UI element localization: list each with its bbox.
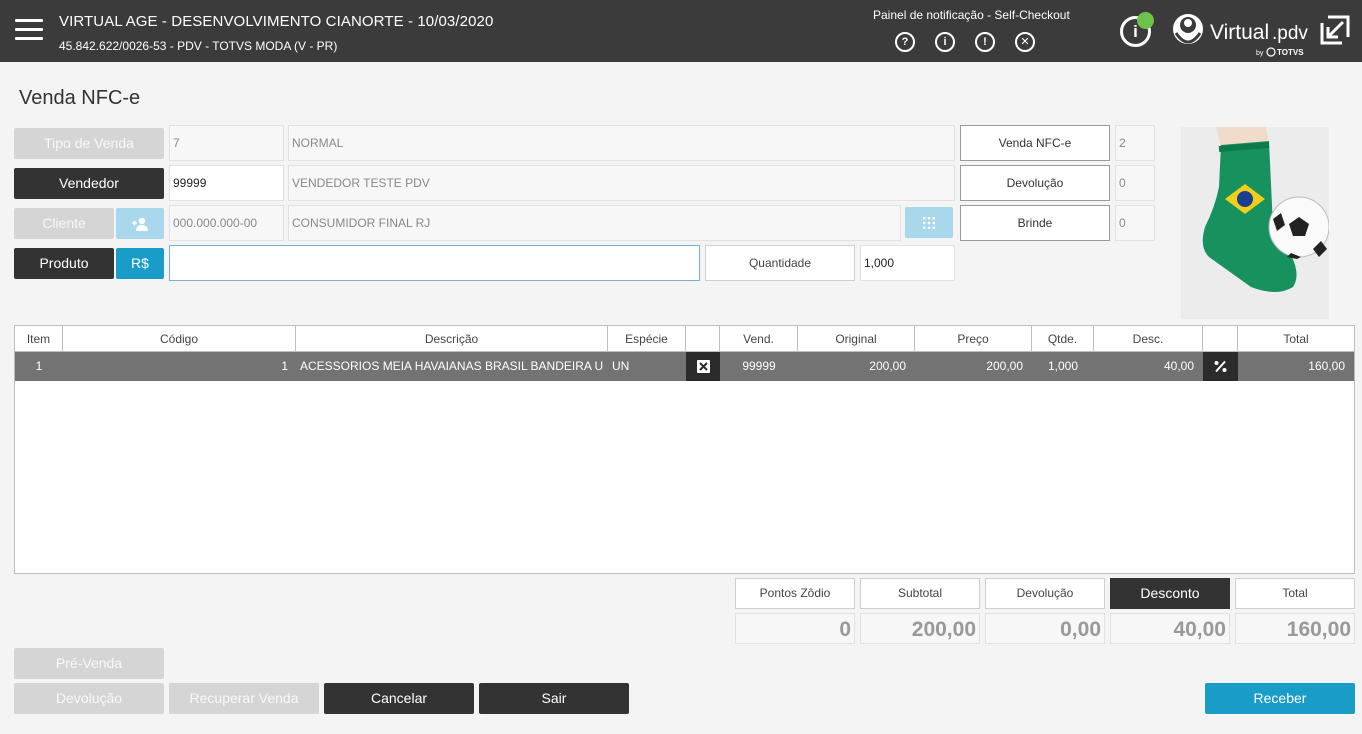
- total-value: 160,00: [1235, 613, 1355, 644]
- col-discount-action: [1203, 326, 1238, 352]
- col-descricao: Descrição: [296, 326, 608, 352]
- cell-preco: 200,00: [986, 359, 1023, 373]
- table-row[interactable]: 1 1 ACESSORIOS MEIA HAVAIANAS BRASIL BAN…: [15, 352, 1354, 381]
- tipo-venda-desc-field: NORMAL: [288, 125, 955, 161]
- window-toggle-icon[interactable]: [1319, 14, 1351, 46]
- cell-descricao: ACESSORIOS MEIA HAVAIANAS BRASIL BANDEIR…: [300, 359, 605, 373]
- cell-codigo: 1: [281, 359, 288, 373]
- virtual-pdv-logo: Virtual .pdv by TOTVS: [1170, 3, 1308, 59]
- pre-venda-button[interactable]: Pré-Venda: [14, 648, 164, 679]
- discount-button[interactable]: [1203, 352, 1238, 381]
- logo-brand: Virtual: [1210, 21, 1269, 44]
- vendedor-button[interactable]: Vendedor: [14, 168, 164, 199]
- keypad-button[interactable]: [905, 207, 953, 238]
- devolucao-counter-button[interactable]: Devolução: [960, 165, 1110, 201]
- sair-button[interactable]: Sair: [479, 683, 629, 714]
- subtotal-value: 200,00: [860, 613, 980, 644]
- brinde-counter-button[interactable]: Brinde: [960, 205, 1110, 241]
- cell-qtde: 1,000: [1047, 359, 1079, 373]
- header-subtitle: 45.842.622/0026-53 - PDV - TOTVS MODA (V…: [59, 39, 338, 53]
- total-label[interactable]: Total: [1235, 578, 1355, 609]
- col-codigo: Código: [63, 326, 296, 352]
- help-icon[interactable]: ?: [895, 32, 915, 52]
- add-user-icon: [132, 217, 148, 231]
- cell-total: 160,00: [1308, 359, 1345, 373]
- devolucao-count: 0: [1115, 165, 1155, 201]
- subtotal-label[interactable]: Subtotal: [860, 578, 980, 609]
- col-qtde: Qtde.: [1032, 326, 1094, 352]
- items-table: Item Código Descrição Espécie Vend. Orig…: [14, 325, 1355, 574]
- info-icon[interactable]: i: [935, 32, 955, 52]
- vendedor-desc-field: VENDEDOR TESTE PDV: [288, 165, 955, 201]
- header-title: VIRTUAL AGE - DESENVOLVIMENTO CIANORTE -…: [59, 13, 494, 30]
- col-item: Item: [15, 326, 63, 352]
- remove-item-button[interactable]: [686, 352, 720, 381]
- recuperar-venda-button[interactable]: Recuperar Venda: [169, 683, 319, 714]
- col-vend: Vend.: [720, 326, 798, 352]
- product-image: [1181, 127, 1330, 319]
- vendedor-code-field[interactable]: 99999: [169, 165, 284, 201]
- col-desc: Desc.: [1094, 326, 1203, 352]
- pontos-zodio-label[interactable]: Pontos Zôdio: [735, 578, 855, 609]
- tipo-venda-code-field[interactable]: 7: [169, 125, 284, 161]
- brinde-count: 0: [1115, 205, 1155, 241]
- desconto-value: 40,00: [1110, 613, 1230, 644]
- devolucao-total-value: 0,00: [985, 613, 1105, 644]
- warning-icon[interactable]: !: [975, 32, 995, 52]
- keypad-icon: [923, 217, 935, 229]
- tipo-venda-button[interactable]: Tipo de Venda: [14, 128, 164, 159]
- devolucao-button[interactable]: Devolução: [14, 683, 164, 714]
- cell-original: 200,00: [869, 359, 906, 373]
- online-status-dot: [1137, 12, 1154, 29]
- produto-input[interactable]: [169, 245, 700, 281]
- cell-especie: UN: [612, 359, 630, 373]
- venda-nfce-counter-button[interactable]: Venda NFC-e: [960, 125, 1110, 161]
- percent-icon: [1214, 360, 1227, 373]
- desconto-button[interactable]: Desconto: [1110, 578, 1230, 609]
- produto-button[interactable]: Produto: [14, 248, 114, 279]
- quantidade-label: Quantidade: [705, 245, 855, 281]
- col-especie: Espécie: [608, 326, 686, 352]
- cell-vend: 99999: [742, 359, 776, 373]
- col-original: Original: [798, 326, 915, 352]
- cancelar-button[interactable]: Cancelar: [324, 683, 474, 714]
- logo-byline: by: [1256, 50, 1264, 57]
- error-icon[interactable]: ✕: [1015, 32, 1035, 52]
- cliente-code-field[interactable]: 000.000.000-00: [169, 205, 284, 241]
- receber-button[interactable]: Receber: [1205, 683, 1355, 714]
- logo-suffix: .pdv: [1272, 23, 1308, 44]
- cliente-desc-field: CONSUMIDOR FINAL RJ: [288, 205, 901, 241]
- col-total: Total: [1238, 326, 1354, 352]
- col-preco: Preço: [915, 326, 1032, 352]
- cell-desc: 40,00: [1163, 359, 1194, 373]
- close-icon: [697, 360, 710, 373]
- price-lookup-button[interactable]: R$: [116, 248, 164, 279]
- page-title: Venda NFC-e: [19, 87, 141, 109]
- cliente-button[interactable]: Cliente: [14, 208, 114, 239]
- cell-item: 1: [35, 359, 43, 373]
- venda-nfce-count: 2: [1115, 125, 1155, 161]
- top-bar: VIRTUAL AGE - DESENVOLVIMENTO CIANORTE -…: [0, 0, 1362, 62]
- menu-icon[interactable]: [15, 19, 43, 41]
- notification-panel-title: Painel de notificação - Self-Checkout: [873, 8, 1070, 22]
- logo-company: TOTVS: [1277, 48, 1304, 57]
- devolucao-total-label[interactable]: Devolução: [985, 578, 1105, 609]
- quantidade-field[interactable]: 1,000: [860, 245, 955, 281]
- add-client-button[interactable]: [116, 208, 164, 239]
- col-remove: [686, 326, 720, 352]
- pontos-zodio-value: 0: [735, 613, 855, 644]
